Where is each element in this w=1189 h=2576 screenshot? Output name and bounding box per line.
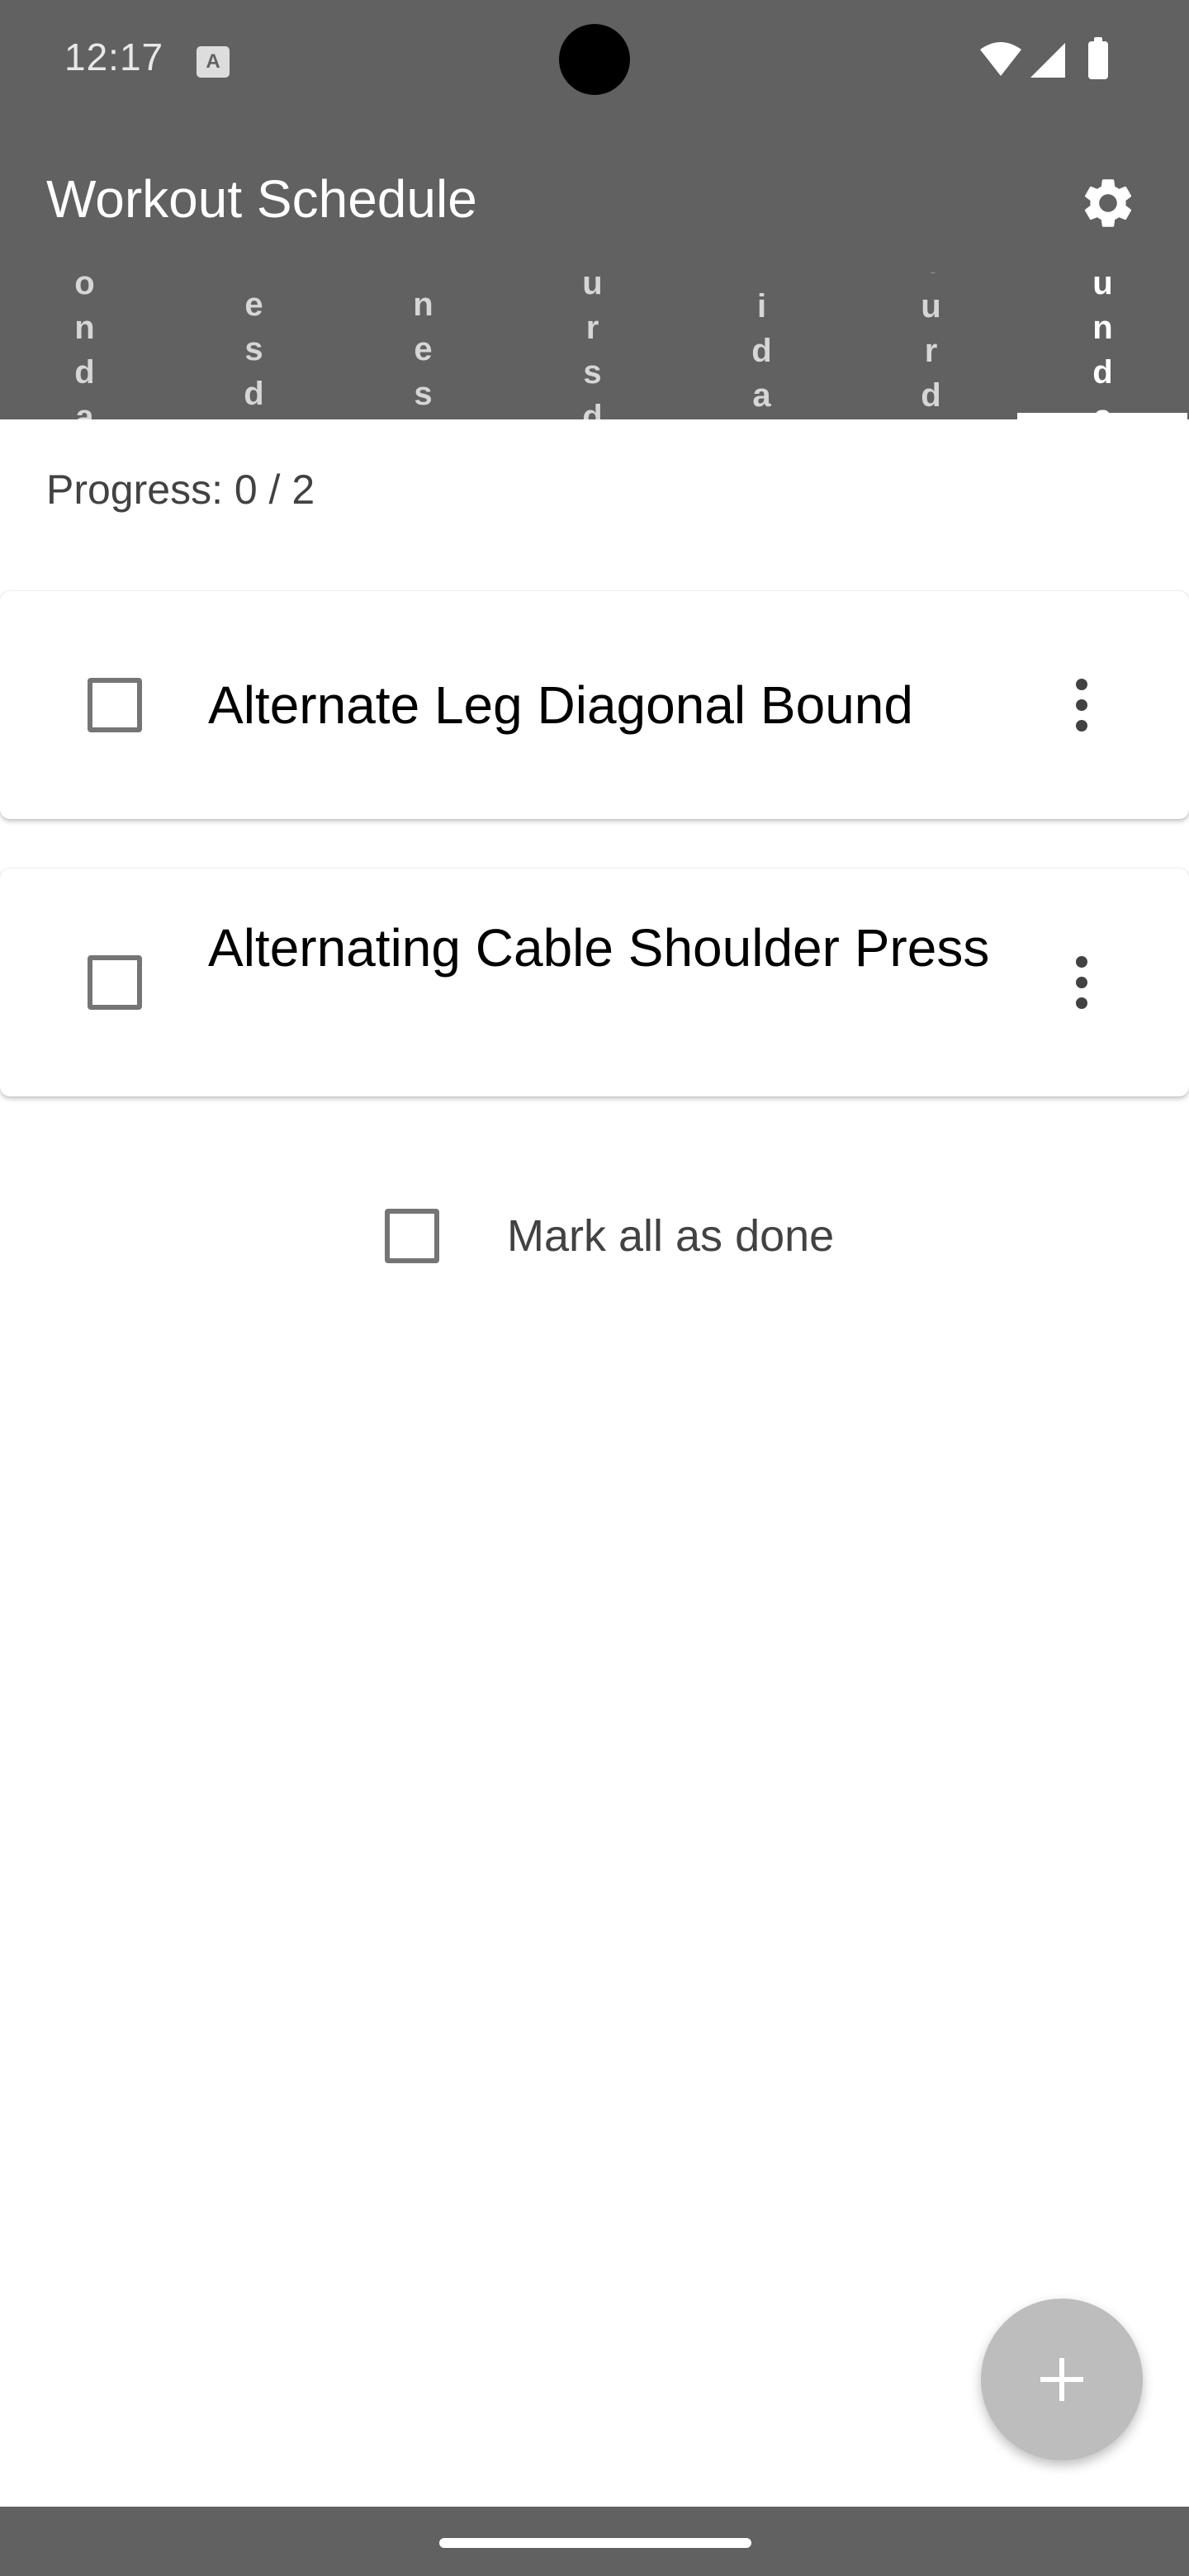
more-vert-icon[interactable] <box>1047 670 1116 740</box>
more-vert-icon[interactable] <box>1047 948 1116 1017</box>
settings-button[interactable] <box>1070 165 1146 241</box>
selected-tab-indicator <box>1017 413 1187 419</box>
status-bar: 12:17 A <box>0 0 1189 119</box>
app-root: 12:17 A Workout Schedule o n d a e s d n… <box>0 0 1189 2576</box>
exercise-checkbox[interactable] <box>88 678 142 732</box>
tab-letter: r <box>585 310 599 346</box>
tab-letter: a <box>752 377 771 414</box>
notification-a-icon: A <box>197 46 230 78</box>
plus-icon <box>1040 2358 1083 2401</box>
tab-friday[interactable]: r i d a <box>677 272 846 419</box>
tab-wednesday[interactable]: n e s <box>339 272 508 419</box>
tab-letter: d <box>244 376 264 412</box>
tab-sunday[interactable]: u n d a <box>1018 272 1187 419</box>
tab-saturday[interactable]: t u r d <box>846 272 1016 419</box>
system-nav-bar <box>0 2507 1189 2576</box>
tab-letter: r <box>924 333 938 369</box>
mark-all-done-row[interactable]: Mark all as done <box>383 1205 879 1268</box>
cell-signal-icon <box>1030 43 1065 78</box>
tab-letter: i <box>756 288 767 324</box>
tab-letter: s <box>414 376 433 412</box>
home-gesture-handle[interactable] <box>439 2538 751 2548</box>
tab-letter: n <box>74 310 95 346</box>
tab-letter: s <box>244 331 263 367</box>
add-exercise-button[interactable] <box>981 2299 1143 2460</box>
tab-letter: d <box>751 333 772 369</box>
exercise-checkbox[interactable] <box>88 955 142 1010</box>
tab-letter: o <box>74 272 95 301</box>
tab-thursday[interactable]: u r s d <box>508 272 677 419</box>
tab-letter: n <box>413 286 433 323</box>
tab-letter: a <box>75 399 94 419</box>
camera-cutout <box>559 24 630 95</box>
tab-letter: u <box>582 272 603 301</box>
page-title: Workout Schedule <box>46 169 477 229</box>
tab-letter: u <box>1092 272 1113 301</box>
tab-letter: t <box>926 272 936 284</box>
tab-tuesday[interactable]: e s d <box>169 272 339 419</box>
mark-all-label: Mark all as done <box>507 1211 835 1261</box>
tab-letter: n <box>1092 310 1113 346</box>
status-time: 12:17 <box>64 36 164 78</box>
tab-letter: u <box>921 288 941 324</box>
gear-icon <box>1084 179 1132 227</box>
tab-letter: d <box>1092 354 1113 391</box>
tab-letter: d <box>74 354 95 391</box>
exercise-card[interactable]: Alternating Cable Shoulder Press <box>0 869 1189 1096</box>
exercise-title: Alternating Cable Shoulder Press <box>208 918 990 978</box>
progress-text: Progress: 0 / 2 <box>46 466 315 513</box>
mark-all-checkbox[interactable] <box>385 1209 439 1263</box>
tab-letter: r <box>756 272 769 284</box>
app-bar: 12:17 A Workout Schedule o n d a e s d n… <box>0 0 1189 419</box>
battery-icon <box>1088 37 1108 79</box>
tab-letter: d <box>921 377 941 414</box>
day-tabs: o n d a e s d n e s u r s d i d a u r d … <box>0 272 1189 419</box>
tab-letter: e <box>414 331 433 367</box>
tab-letter: d <box>582 399 603 419</box>
tab-letter: s <box>583 354 602 391</box>
toolbar: Workout Schedule <box>0 152 1189 244</box>
exercise-title: Alternate Leg Diagonal Bound <box>208 675 913 735</box>
exercise-card[interactable]: Alternate Leg Diagonal Bound <box>0 591 1189 819</box>
wifi-icon <box>980 42 1021 76</box>
tab-letter: e <box>244 286 263 323</box>
tab-monday[interactable]: o n d a <box>0 272 169 419</box>
